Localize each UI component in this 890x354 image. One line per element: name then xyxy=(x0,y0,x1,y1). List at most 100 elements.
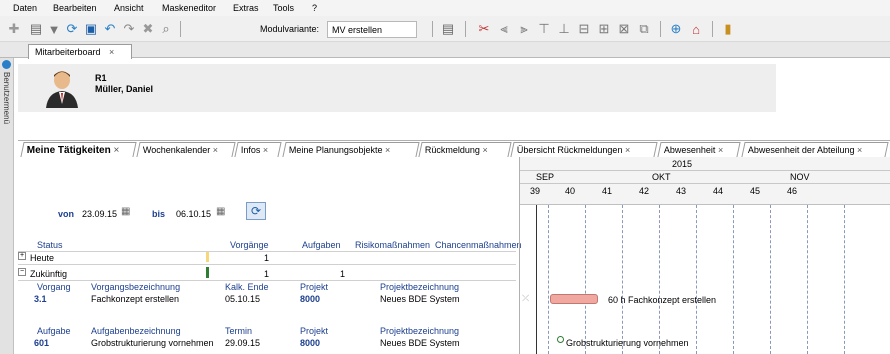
calendar-icon[interactable]: ▦ xyxy=(121,206,130,217)
sidebar-benutzermenue[interactable]: Benutzermenü xyxy=(0,58,14,354)
close-icon[interactable]: × xyxy=(213,145,218,155)
tab-label: Rückmeldung xyxy=(424,145,480,155)
header-risikomassnahmen: Risikomaßnahmen xyxy=(355,240,431,250)
home-icon[interactable]: ⌂ xyxy=(688,21,704,37)
vorgang-projekt[interactable]: 8000 xyxy=(300,294,320,304)
aufgabe-projektbezeichnung: Neues BDE System xyxy=(380,338,460,348)
refresh-button[interactable]: ⟳ xyxy=(246,202,266,220)
milestone-icon[interactable] xyxy=(557,336,564,343)
menu-daten[interactable]: Daten xyxy=(13,3,37,13)
layout-icon[interactable]: ⧉ xyxy=(636,21,652,37)
menu-maskeneditor[interactable]: Maskeneditor xyxy=(162,3,216,13)
menu-bar: Daten Bearbeiten Ansicht Maskeneditor Ex… xyxy=(0,0,890,16)
header-status: Status xyxy=(37,240,63,250)
close-icon[interactable]: × xyxy=(385,145,390,155)
gantt-bar-label: 60 h Fachkonzept erstellen xyxy=(608,295,717,305)
expand-icon[interactable]: + xyxy=(18,252,26,260)
header-aufgabenbezeichnung: Aufgabenbezeichnung xyxy=(91,326,181,336)
add-icon[interactable]: ✚ xyxy=(6,21,22,37)
tab-label: Meine Planungsobjekte xyxy=(288,145,383,155)
gantt-month-okt: OKT xyxy=(652,172,671,182)
vorgang-nr[interactable]: 3.1 xyxy=(34,294,47,304)
gantt-week-39: 39 xyxy=(530,186,541,196)
tab-rueckmeldung[interactable]: Rückmeldung × xyxy=(418,142,512,157)
exit-icon[interactable]: ▮ xyxy=(720,21,736,37)
align-top-icon[interactable]: ⊤ xyxy=(536,21,552,37)
status-zukuenftig: Zukünftig xyxy=(30,269,68,279)
close-icon[interactable]: × xyxy=(625,145,630,155)
header-vorgangsbezeichnung: Vorgangsbezeichnung xyxy=(91,282,181,292)
user-id: R1 xyxy=(95,73,107,83)
close-icon[interactable]: × xyxy=(113,145,119,156)
undo-icon[interactable]: ↶ xyxy=(102,21,118,37)
vorgaenge-count: 1 xyxy=(264,253,270,263)
modulvariante-input[interactable]: MV erstellen xyxy=(327,21,417,38)
calendar-icon[interactable]: ▦ xyxy=(216,206,225,217)
menu-extras[interactable]: Extras xyxy=(233,3,259,13)
same-height-icon[interactable]: ⊞ xyxy=(596,21,612,37)
menu-help[interactable]: ? xyxy=(312,3,317,13)
pin-icon[interactable] xyxy=(2,60,11,69)
menu-tools[interactable]: Tools xyxy=(273,3,294,13)
von-label: von xyxy=(58,209,75,219)
close-icon[interactable]: × xyxy=(109,47,114,57)
same-width-icon[interactable]: ⊟ xyxy=(576,21,592,37)
align-bottom-icon[interactable]: ⊥ xyxy=(556,21,572,37)
gantt-bar-fachkonzept[interactable] xyxy=(550,294,598,304)
redo-icon[interactable]: ↷ xyxy=(121,21,137,37)
link-icon[interactable]: ⊕ xyxy=(668,21,684,37)
tab-wochenkalender[interactable]: Wochenkalender × xyxy=(136,142,236,157)
align-right-icon[interactable]: ⫸ xyxy=(516,21,532,37)
tab-meine-taetigkeiten[interactable]: Meine Tätigkeiten × xyxy=(20,142,137,157)
close-icon[interactable]: × xyxy=(482,145,487,155)
menu-bearbeiten[interactable]: Bearbeiten xyxy=(53,3,97,13)
vorgang-bezeichnung: Fachkonzept erstellen xyxy=(91,294,180,304)
close-icon[interactable]: × xyxy=(718,145,723,155)
list-icon[interactable]: ▤ xyxy=(440,21,456,37)
tab-baseline xyxy=(18,140,890,141)
gantt-year: 2015 xyxy=(672,159,693,169)
tab-label: Abwesenheit der Abteilung xyxy=(747,145,855,155)
dependency-icon: ⤫ xyxy=(522,293,530,303)
document-tab-mitarbeiterboard[interactable]: Mitarbeiterboard × xyxy=(28,44,132,59)
header-aufgabe: Aufgabe xyxy=(37,326,71,336)
grid-icon[interactable]: ⊠ xyxy=(616,21,632,37)
gantt-week-46: 46 xyxy=(787,186,798,196)
tab-meine-planungsobjekte[interactable]: Meine Planungsobjekte × xyxy=(282,142,420,157)
tab-infos[interactable]: Infos × xyxy=(234,142,282,157)
aufgabe-projekt[interactable]: 8000 xyxy=(300,338,320,348)
gantt-month-nov: NOV xyxy=(790,172,810,182)
cut-icon[interactable]: ✂ xyxy=(476,21,492,37)
vorgang-kalk-ende: 05.10.15 xyxy=(225,294,261,304)
menu-ansicht[interactable]: Ansicht xyxy=(114,3,144,13)
collapse-icon[interactable]: − xyxy=(18,268,26,276)
header-projekt: Projekt xyxy=(300,282,329,292)
vorgaenge-count: 1 xyxy=(264,269,270,279)
close-icon[interactable]: × xyxy=(857,145,862,155)
close-icon[interactable]: × xyxy=(263,145,268,155)
gantt-week-42: 42 xyxy=(639,186,650,196)
tab-label: Abwesenheit xyxy=(663,145,716,155)
tab-abwesenheit[interactable]: Abwesenheit × xyxy=(657,142,741,157)
von-date-input[interactable]: 23.09.15 xyxy=(82,209,117,219)
header-chancenmassnahmen: Chancenmaßnahmen xyxy=(435,240,522,250)
filter-icon[interactable]: ▼ xyxy=(46,21,62,37)
gantt-month-sep: SEP xyxy=(536,172,555,182)
save-icon[interactable]: ▣ xyxy=(83,21,99,37)
aufgabe-nr[interactable]: 601 xyxy=(34,338,49,348)
tab-label: Übersicht Rückmeldungen xyxy=(516,145,623,155)
refresh-icon[interactable]: ⟳ xyxy=(64,21,80,37)
tab-abwesenheit-der-abteilung[interactable]: Abwesenheit der Abteilung × xyxy=(741,142,889,157)
align-left-icon[interactable]: ⫷ xyxy=(496,21,512,37)
tab-uebersicht-rueckmeldungen[interactable]: Übersicht Rückmeldungen × xyxy=(510,142,658,157)
preview-icon[interactable]: ⌕ xyxy=(158,21,174,37)
delete-icon[interactable]: ✖ xyxy=(140,21,156,37)
header-aufgaben: Aufgaben xyxy=(302,240,341,250)
header-projektbezeichnung: Projektbezeichnung xyxy=(380,282,460,292)
header-kalk-ende: Kalk. Ende xyxy=(225,282,269,292)
header-projekt: Projekt xyxy=(300,326,329,336)
gantt-week-43: 43 xyxy=(676,186,687,196)
bis-date-input[interactable]: 06.10.15 xyxy=(176,209,211,219)
print-icon[interactable]: ▤ xyxy=(28,21,44,37)
gantt-week-41: 41 xyxy=(602,186,613,196)
